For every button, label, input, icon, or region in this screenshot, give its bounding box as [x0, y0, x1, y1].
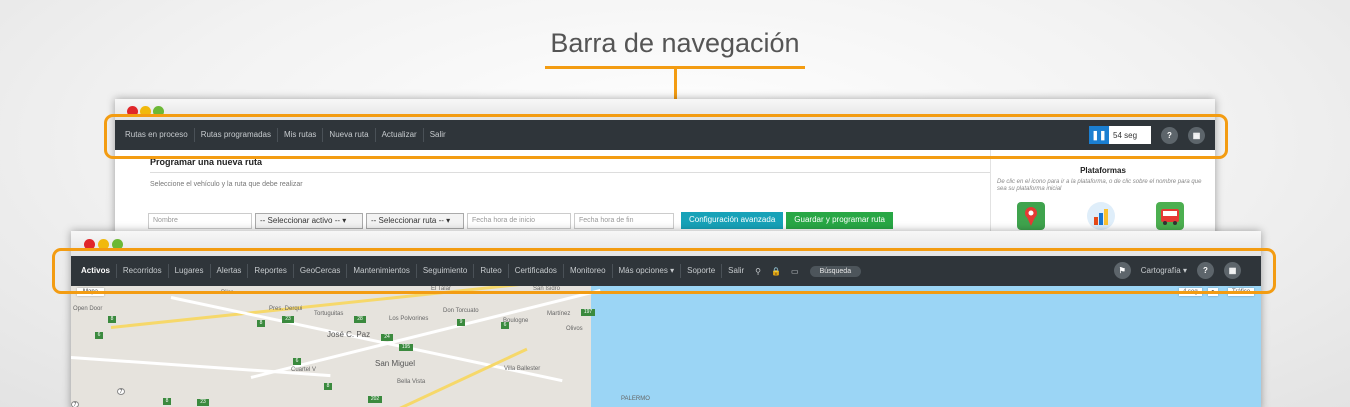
advanced-config-button[interactable]: Configuración avanzada	[681, 212, 784, 229]
map-pin-icon[interactable]	[1017, 202, 1045, 230]
bus-icon[interactable]	[1156, 202, 1184, 230]
platforms-panel: Plataformas De clic en el icono para ir …	[990, 150, 1215, 239]
route-shield: 8	[257, 320, 265, 327]
form-row: Nombre -- Seleccionar activo -- ▾ -- Sel…	[148, 212, 893, 229]
map-label: Cuartel V	[291, 367, 317, 373]
route-shield: 23	[197, 399, 209, 406]
map-label: San Miguel	[375, 359, 416, 368]
name-input[interactable]: Nombre	[148, 212, 252, 229]
route-shield: 6	[95, 332, 103, 339]
asset-select[interactable]: -- Seleccionar activo -- ▾	[255, 212, 363, 229]
map-view[interactable]: Mapa 4 seg ● Tráfico Pilar Open Door Pre…	[71, 286, 1261, 407]
map-label: Tortuguitas	[314, 311, 344, 317]
highlight-main-navbar	[52, 248, 1276, 294]
route-shield: 197	[581, 309, 595, 316]
map-label: Open Door	[73, 306, 103, 312]
map-label: Los Polvorines	[389, 316, 429, 322]
route-shield: 28	[354, 316, 366, 323]
start-date-input[interactable]: Fecha hora de inicio	[467, 212, 571, 229]
end-date-input[interactable]: Fecha hora de fin	[574, 212, 674, 229]
annotation-heading: Barra de navegación	[550, 28, 800, 58]
asset-select-label: -- Seleccionar activo --	[260, 215, 341, 225]
route-shield: 7	[71, 401, 79, 407]
route-shield: 7	[117, 388, 125, 395]
map-label: Don Torcuato	[443, 308, 479, 314]
route-shield: 202	[368, 396, 382, 403]
save-schedule-button[interactable]: Guardar y programar ruta	[786, 212, 893, 229]
form-subtitle: Seleccione el vehículo y la ruta que deb…	[150, 181, 303, 188]
divider	[150, 172, 990, 173]
route-shield: 195	[399, 344, 413, 351]
route-shield: 6	[501, 322, 509, 329]
route-select[interactable]: -- Seleccionar ruta -- ▾	[366, 212, 464, 229]
map-label: José C. Paz	[327, 330, 371, 339]
map-label: Villa Ballester	[504, 366, 541, 372]
map-label: Olivos	[566, 326, 583, 332]
highlight-routes-navbar	[104, 114, 1228, 159]
river-water	[591, 286, 1261, 407]
platforms-description: De clic en el icono para ir a la platafo…	[997, 179, 1202, 192]
route-shield: 8	[324, 383, 332, 390]
platforms-title: Plataformas	[1080, 166, 1126, 175]
road	[250, 288, 601, 379]
map-label: Martínez	[547, 311, 571, 317]
route-shield: 23	[282, 316, 294, 323]
route-shield: 6	[293, 358, 301, 365]
route-shield: 24	[381, 334, 393, 341]
route-shield: 8	[108, 316, 116, 323]
chart-icon[interactable]	[1087, 202, 1115, 230]
route-shield: 8	[163, 398, 171, 405]
route-select-label: -- Seleccionar ruta --	[371, 215, 444, 225]
map-label: PALERMO	[621, 396, 650, 402]
map-label: Pres. Derqui	[269, 306, 303, 312]
map-label: Bella Vista	[397, 379, 426, 385]
route-shield: 9	[457, 319, 465, 326]
